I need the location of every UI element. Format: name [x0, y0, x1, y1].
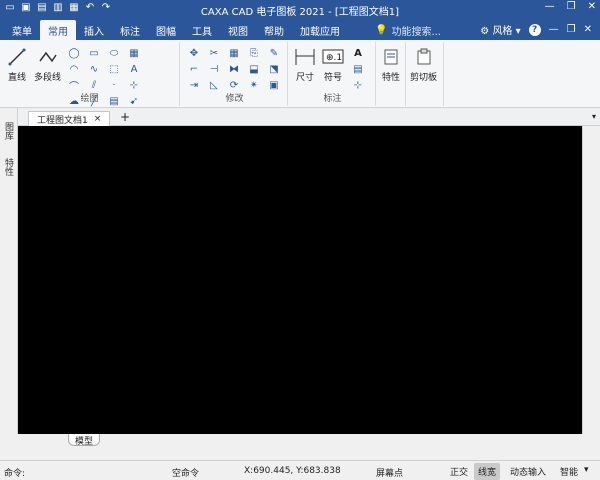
- dynamic-input-toggle[interactable]: 动态输入: [506, 463, 550, 480]
- clipboard-button[interactable]: 剪切板: [410, 46, 437, 83]
- tab-tools[interactable]: 工具: [184, 20, 220, 40]
- layout-tab-bar: 模型: [18, 434, 600, 448]
- side-panel-strip: 图库 特性: [0, 108, 18, 434]
- group-modify: ✥ ✂ ▦ ⎘ ✎ ⌐ ⊣ ⧓ ⬓ ⬔ ⇥ ◺ ⟳ ✴ ▣ 修改: [182, 42, 288, 106]
- extend-icon[interactable]: ⇥: [186, 78, 202, 92]
- side-tab-library[interactable]: 图库: [3, 122, 15, 140]
- pencil-icon[interactable]: ✎: [266, 46, 282, 60]
- text-icon[interactable]: A: [126, 62, 142, 76]
- dimension-icon: [294, 46, 316, 68]
- smart-dropdown-icon[interactable]: ▾: [584, 465, 589, 475]
- chamfer-icon[interactable]: ◺: [206, 78, 222, 92]
- tab-menu[interactable]: 菜单: [4, 20, 40, 40]
- polyline-icon: [37, 46, 59, 68]
- document-tab[interactable]: 工程图文档1 ×: [28, 111, 111, 126]
- layout-tab-model[interactable]: 模型: [68, 434, 101, 447]
- tab-common[interactable]: 常用: [40, 20, 76, 40]
- arc-icon[interactable]: ◠: [66, 62, 82, 76]
- ribbon-panel: 直线 多段线 ◯ ▭ ⬭ ▦ ◠ ∿ ⬚ A ⌒ ⫽ · ⊹ ☁ ╱ ▤ ➹ 绘…: [0, 40, 600, 108]
- lightbulb-icon: 💡: [375, 25, 388, 36]
- break-icon[interactable]: ⊣: [206, 62, 222, 76]
- offset-icon[interactable]: ⫽: [86, 78, 102, 92]
- lineweight-toggle[interactable]: 线宽: [474, 463, 501, 480]
- tab-sheet[interactable]: 图幅: [148, 20, 184, 40]
- side-tab-properties[interactable]: 特性: [3, 158, 15, 176]
- move-icon[interactable]: ✥: [186, 46, 202, 60]
- hatch-icon[interactable]: ▦: [126, 46, 142, 60]
- properties-button[interactable]: 特性: [380, 46, 402, 83]
- tab-view[interactable]: 视图: [220, 20, 256, 40]
- center-line-icon[interactable]: ⊹: [126, 78, 142, 92]
- rectangle-icon[interactable]: ▭: [86, 46, 102, 60]
- spline-icon[interactable]: ∿: [86, 62, 102, 76]
- command-prompt: 命令:: [4, 469, 26, 479]
- group-annotate-label: 标注: [323, 94, 342, 104]
- tab-list-dropdown-icon[interactable]: ▾: [592, 112, 596, 121]
- group-annotate: 尺寸 ⊕.1 符号 A ▤ ⊹ 标注: [290, 42, 376, 106]
- polyline-button[interactable]: 多段线: [34, 46, 61, 83]
- clipboard-icon: [413, 46, 435, 68]
- group-draw-label: 绘图: [80, 94, 99, 104]
- group-modify-label: 修改: [225, 94, 244, 104]
- ribbon-restore-icon[interactable]: ❐: [567, 24, 576, 35]
- tab-annotate[interactable]: 标注: [112, 20, 148, 40]
- trim-icon[interactable]: ✂: [206, 46, 222, 60]
- scale-icon[interactable]: ⬓: [246, 62, 262, 76]
- symbol-icon: ⊕.1: [322, 46, 344, 68]
- style-dropdown[interactable]: ⚙ 风格 ▾: [480, 22, 520, 37]
- line-icon: [6, 46, 28, 68]
- block-icon[interactable]: ⬚: [106, 62, 122, 76]
- current-command: 空命令: [172, 469, 200, 479]
- line-button[interactable]: 直线: [6, 46, 28, 83]
- group-clipboard: 剪切板: [408, 42, 444, 106]
- arc3p-icon[interactable]: ⌒: [66, 78, 82, 93]
- tab-insert[interactable]: 插入: [76, 20, 112, 40]
- leader-icon[interactable]: ⊹: [350, 78, 366, 92]
- circle-icon[interactable]: ◯: [66, 46, 82, 60]
- tolerance-icon[interactable]: ▤: [350, 62, 366, 76]
- drawing-canvas[interactable]: [18, 126, 582, 434]
- minimize-button[interactable]: —: [545, 1, 555, 12]
- ellipse-icon[interactable]: ⬭: [106, 46, 122, 60]
- explode-icon[interactable]: ✴: [246, 78, 262, 92]
- search-placeholder: 功能搜索...: [391, 27, 441, 38]
- dimension-button[interactable]: 尺寸: [294, 46, 316, 83]
- restore-button[interactable]: ❐: [567, 1, 576, 12]
- properties-icon: [380, 46, 402, 68]
- tab-close-icon[interactable]: ×: [94, 114, 102, 124]
- status-bar: 命令: 空命令 X:690.445, Y:683.838 屏幕点 正交 线宽 动…: [0, 460, 600, 480]
- cursor-coordinates: X:690.445, Y:683.838: [244, 466, 341, 476]
- ribbon-minimize-icon[interactable]: —: [549, 24, 559, 35]
- help-icon[interactable]: ?: [528, 23, 541, 36]
- array-icon[interactable]: ▦: [226, 46, 242, 60]
- vertical-scrollbar[interactable]: [582, 126, 600, 434]
- ortho-toggle[interactable]: 正交: [446, 463, 472, 480]
- svg-text:⊕.1: ⊕.1: [326, 53, 342, 63]
- function-search[interactable]: 💡 功能搜索...: [375, 23, 441, 38]
- copy-icon[interactable]: ⎘: [246, 46, 262, 60]
- title-bar: ▭ ▣ ▤ ▥ ▦ ↶ ↷ CAXA CAD 电子图板 2021 - [工程图文…: [0, 0, 600, 18]
- group-properties: 特性: [378, 42, 406, 106]
- document-tab-bar: 工程图文档1 × + ▾: [18, 108, 600, 126]
- ribbon-tab-bar: 菜单 常用 插入 标注 图幅 工具 视图 帮助 加载应用 💡 功能搜索... ⚙…: [0, 18, 600, 40]
- edit-block-icon[interactable]: ▣: [266, 78, 282, 92]
- mirror-icon[interactable]: ⧓: [226, 62, 242, 76]
- point-icon[interactable]: ·: [106, 78, 122, 92]
- smart-toggle[interactable]: 智能: [556, 463, 582, 480]
- snap-mode[interactable]: 屏幕点: [376, 466, 403, 479]
- modify-tools: ✥ ✂ ▦ ⎘ ✎ ⌐ ⊣ ⧓ ⬓ ⬔ ⇥ ◺ ⟳ ✴ ▣: [186, 46, 284, 92]
- window-title: CAXA CAD 电子图板 2021 - [工程图文档1]: [200, 7, 400, 18]
- rotate-icon[interactable]: ⟳: [226, 78, 242, 92]
- fillet-icon[interactable]: ⌐: [186, 62, 202, 76]
- group-draw: 直线 多段线 ◯ ▭ ⬭ ▦ ◠ ∿ ⬚ A ⌒ ⫽ · ⊹ ☁ ╱ ▤ ➹ 绘…: [0, 42, 180, 107]
- ribbon-close-icon[interactable]: ✕: [584, 24, 592, 35]
- stretch-icon[interactable]: ⬔: [266, 62, 282, 76]
- style-icon: ⚙: [480, 26, 490, 37]
- tab-help[interactable]: 帮助: [256, 20, 292, 40]
- text-style-icon[interactable]: A: [350, 46, 366, 60]
- symbol-button[interactable]: ⊕.1 符号: [322, 46, 344, 83]
- tab-addins[interactable]: 加载应用: [292, 20, 348, 40]
- close-button[interactable]: ✕: [588, 1, 596, 12]
- add-tab-button[interactable]: +: [120, 111, 130, 123]
